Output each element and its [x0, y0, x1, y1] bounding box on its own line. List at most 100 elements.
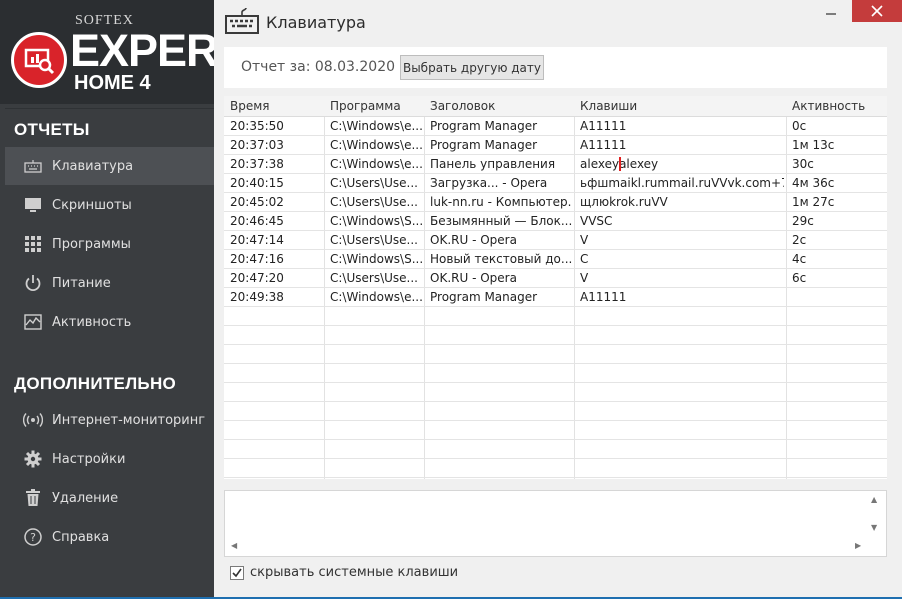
- extra-section-title: ДОПОЛНИТЕЛЬНО: [14, 374, 177, 393]
- activity-chart-icon: [22, 311, 44, 333]
- cell-keys: A11111: [580, 119, 627, 133]
- cell-activity: 6с: [792, 271, 807, 285]
- scroll-right-icon[interactable]: ▶: [855, 541, 861, 550]
- cell-program: C:\Windows\e...: [330, 138, 422, 152]
- sidebar-item-label: Активность: [52, 314, 132, 330]
- sidebar-item-label: Настройки: [52, 451, 126, 467]
- table-row[interactable]: [224, 364, 887, 383]
- table-row[interactable]: [224, 383, 887, 402]
- sidebar-item-internet-monitoring[interactable]: Интернет-мониторинг: [5, 401, 214, 439]
- choose-date-button[interactable]: Выбрать другую дату: [400, 55, 544, 80]
- cell-time: 20:40:15: [230, 176, 284, 190]
- column-header-time[interactable]: Время: [230, 99, 270, 113]
- table-row[interactable]: 20:47:14 C:\Users\Use... OK.RU - Opera V 2с: [224, 231, 887, 250]
- keyboard-log-table: Время Программа Заголовок Клавиши Активн…: [224, 96, 887, 479]
- cell-activity: 4с: [792, 252, 807, 266]
- cell-title: Program Manager: [430, 119, 538, 133]
- table-header: Время Программа Заголовок Клавиши Активн…: [224, 96, 887, 117]
- cell-title: Program Manager: [430, 290, 538, 304]
- close-icon[interactable]: [852, 0, 902, 22]
- keyboard-icon: [22, 155, 44, 177]
- cell-keys: ьфшmaikl.rummail.ruVVvk.com+7...: [580, 176, 784, 190]
- cell-program: C:\Windows\S...: [330, 214, 422, 228]
- sidebar-item-keyboard[interactable]: Клавиатура: [5, 147, 214, 185]
- table-row[interactable]: 20:45:02 C:\Users\Use... luk-nn.ru - Компь…: [224, 193, 887, 212]
- cell-program: C:\Users\Use...: [330, 195, 418, 209]
- divider: [5, 108, 214, 109]
- table-row[interactable]: [224, 326, 887, 345]
- table-row[interactable]: [224, 421, 887, 440]
- hide-system-keys-label: скрывать системные клавиши: [250, 565, 459, 580]
- cell-title: Program Manager: [430, 138, 538, 152]
- table-row[interactable]: 20:37:38 C:\Windows\e... Панель управления…: [224, 155, 887, 174]
- sidebar-item-screenshots[interactable]: Скриншоты: [5, 186, 214, 224]
- column-header-activity[interactable]: Активность: [792, 99, 865, 113]
- cell-title: Загрузка... - Opera: [430, 176, 548, 190]
- sidebar-item-settings[interactable]: Настройки: [5, 440, 214, 478]
- sidebar-item-label: Питание: [52, 275, 111, 291]
- table-row[interactable]: 20:47:20 C:\Users\Use... OK.RU - Opera V 6с: [224, 269, 887, 288]
- column-header-keys[interactable]: Клавиши: [580, 99, 637, 113]
- table-row[interactable]: [224, 307, 887, 326]
- cell-activity: 0с: [792, 119, 807, 133]
- sidebar-item-help[interactable]: ? Справка: [5, 518, 214, 556]
- cell-activity: 1м 27с: [792, 195, 835, 209]
- cell-keys: A11111: [580, 138, 627, 152]
- cell-program: C:\Windows\e...: [330, 119, 422, 133]
- column-header-title[interactable]: Заголовок: [430, 99, 495, 113]
- sidebar-item-label: Клавиатура: [52, 158, 134, 174]
- keys-remainder: alexey: [619, 157, 659, 171]
- table-row[interactable]: [224, 402, 887, 421]
- column-header-program[interactable]: Программа: [330, 99, 401, 113]
- cell-time: 20:47:20: [230, 271, 284, 285]
- cell-title: luk-nn.ru - Компьютер...: [430, 195, 572, 209]
- broadcast-icon: [22, 409, 44, 431]
- table-row[interactable]: [224, 459, 887, 478]
- cell-activity: 4м 36с: [792, 176, 835, 190]
- cell-program: C:\Users\Use...: [330, 176, 418, 190]
- cell-time: 20:46:45: [230, 214, 284, 228]
- highlighted-keys: alexey: [580, 157, 622, 171]
- main-panel: Клавиатура Отчет за: 08.03.2020 Выбрать …: [214, 0, 902, 597]
- cell-keys: V: [580, 233, 589, 247]
- cell-keys: щлюkrok.ruVV: [580, 195, 668, 209]
- cell-title: Панель управления: [430, 157, 556, 171]
- table-row[interactable]: 20:40:15 C:\Users\Use... Загрузка... - Ope…: [224, 174, 887, 193]
- gear-icon: [22, 448, 44, 470]
- cell-keys: VVSC: [580, 214, 613, 228]
- scroll-up-icon[interactable]: ▲: [871, 495, 877, 504]
- sidebar-item-power[interactable]: Питание: [5, 264, 214, 302]
- table-row[interactable]: 20:47:16 C:\Windows\S... Новый текстовый д…: [224, 250, 887, 269]
- sidebar-item-delete[interactable]: Удаление: [5, 479, 214, 517]
- scroll-down-icon[interactable]: ▼: [871, 523, 877, 532]
- reports-section-title: ОТЧЕТЫ: [14, 120, 90, 139]
- table-row[interactable]: 20:46:45 C:\Windows\S... Безымянный — Блок…: [224, 212, 887, 231]
- table-row[interactable]: 20:37:03 C:\Windows\e... Program Manager A1…: [224, 136, 887, 155]
- table-row[interactable]: 20:49:38 C:\Windows\e... Program Manager A1…: [224, 288, 887, 307]
- report-date-label: Отчет за: 08.03.2020: [241, 59, 396, 75]
- minimize-icon[interactable]: [824, 4, 838, 18]
- hide-system-keys-checkbox[interactable]: [230, 565, 244, 580]
- cell-keys: alexeyalexey: [580, 157, 784, 171]
- table-row[interactable]: [224, 345, 887, 364]
- help-icon: ?: [22, 526, 44, 548]
- sidebar-item-label: Справка: [52, 529, 110, 545]
- table-row[interactable]: 20:35:50 C:\Windows\e... Program Manager A1…: [224, 117, 887, 136]
- cell-activity: 2с: [792, 233, 807, 247]
- cell-program: C:\Windows\e...: [330, 157, 422, 171]
- page-title: Клавиатура: [266, 13, 366, 32]
- logo: SOFTEX EXPERT HOME 4: [0, 0, 245, 104]
- cell-time: 20:47:14: [230, 233, 284, 247]
- cell-time: 20:49:38: [230, 290, 284, 304]
- table-row[interactable]: [224, 440, 887, 459]
- sidebar-item-programs[interactable]: Программы: [5, 225, 214, 263]
- cell-activity: 30с: [792, 157, 814, 171]
- scroll-left-icon[interactable]: ◀: [231, 541, 237, 550]
- cell-time: 20:37:03: [230, 138, 284, 152]
- cell-program: C:\Windows\S...: [330, 252, 422, 266]
- sidebar-item-activity[interactable]: Активность: [5, 303, 214, 341]
- sidebar-item-label: Скриншоты: [52, 197, 132, 213]
- keys-text-area[interactable]: ▲ ▼ ◀ ▶: [224, 490, 887, 557]
- hide-system-keys-option[interactable]: скрывать системные клавиши: [230, 565, 458, 580]
- cell-activity: 29с: [792, 214, 814, 228]
